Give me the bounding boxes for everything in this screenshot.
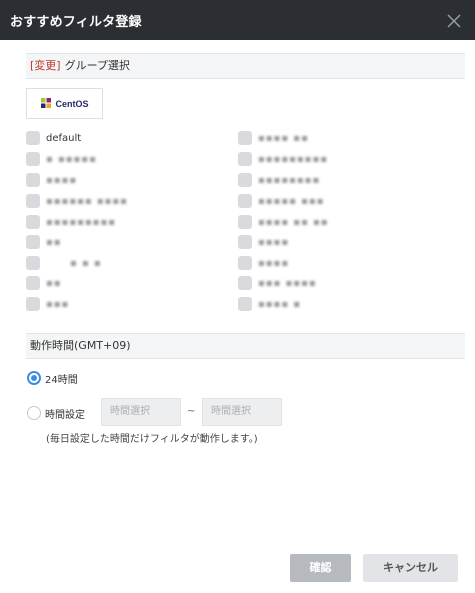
- time-section-header: 動作時間(GMT+09): [26, 333, 465, 359]
- group-label: ▪ ▪▪▪▪▪: [46, 153, 97, 165]
- radio-custom-label: 時間設定: [45, 409, 85, 421]
- group-section-title: グループ選択: [64, 59, 130, 72]
- start-time-select[interactable]: 時間選択: [101, 398, 181, 426]
- group-label: ▪▪: [46, 277, 62, 289]
- group-checkbox[interactable]: [26, 276, 40, 290]
- group-item[interactable]: ▪▪▪▪▪▪▪▪: [238, 172, 320, 188]
- group-item[interactable]: ▪▪▪▪▪ ▪▪▪: [238, 193, 324, 209]
- group-item[interactable]: ▪▪: [26, 234, 62, 250]
- group-checkbox[interactable]: [238, 173, 252, 187]
- radio-custom[interactable]: [27, 406, 41, 420]
- cancel-button[interactable]: キャンセル: [363, 554, 458, 582]
- group-label: ▪▪▪▪ ▪: [258, 298, 302, 310]
- group-label: ▪▪▪▪▪▪▪▪: [258, 174, 321, 186]
- group-checkbox[interactable]: [238, 297, 252, 311]
- end-time-select[interactable]: 時間選択: [202, 398, 282, 426]
- group-label: ▪▪▪▪: [258, 257, 290, 269]
- radio-24h-label: 24時間: [45, 374, 78, 386]
- group-item[interactable]: ▪▪: [26, 275, 62, 291]
- group-label: ▪▪: [46, 236, 62, 248]
- group-section-header: [変更] グループ選択: [26, 53, 465, 79]
- group-item[interactable]: ▪▪▪▪: [238, 255, 289, 271]
- group-item[interactable]: ▪▪▪▪▪▪ ▪▪▪▪: [26, 193, 128, 209]
- group-checkbox[interactable]: [26, 256, 40, 270]
- group-item[interactable]: ▪ ▪ ▪: [26, 255, 102, 271]
- radio-option-custom[interactable]: 時間設定: [27, 405, 85, 421]
- group-checkbox[interactable]: [26, 235, 40, 249]
- group-label: ▪▪▪▪▪▪ ▪▪▪▪: [46, 195, 128, 207]
- time-separator: ~: [187, 406, 196, 417]
- group-label: ▪▪▪: [46, 298, 70, 310]
- group-checkbox[interactable]: [238, 152, 252, 166]
- dialog-title: おすすめフィルタ登録: [10, 15, 142, 30]
- group-item[interactable]: ▪▪▪ ▪▪▪▪: [238, 275, 317, 291]
- group-checkbox[interactable]: [26, 152, 40, 166]
- group-label: ▪▪▪▪▪▪▪▪▪: [46, 216, 116, 228]
- time-section-title: 動作時間(GMT+09): [30, 339, 131, 352]
- group-label: ▪▪▪▪: [258, 236, 290, 248]
- group-item[interactable]: ▪▪▪▪ ▪: [238, 296, 301, 312]
- close-icon[interactable]: [447, 14, 461, 28]
- group-item[interactable]: ▪▪▪▪: [238, 234, 289, 250]
- group-label: ▪▪▪ ▪▪▪▪: [258, 277, 317, 289]
- centos-logo-tile[interactable]: CentOS: [26, 88, 103, 119]
- group-item[interactable]: default: [26, 130, 81, 146]
- dialog-titlebar: おすすめフィルタ登録: [0, 0, 475, 40]
- group-item[interactable]: ▪▪▪: [26, 296, 69, 312]
- group-checkbox[interactable]: [238, 194, 252, 208]
- group-item[interactable]: ▪▪▪▪ ▪▪ ▪▪: [238, 214, 329, 230]
- group-checkbox[interactable]: [238, 256, 252, 270]
- centos-logo-text: CentOS: [55, 98, 89, 109]
- group-label: ▪ ▪ ▪: [70, 257, 102, 269]
- group-checkbox[interactable]: [26, 173, 40, 187]
- group-checkbox[interactable]: [238, 276, 252, 290]
- group-checkbox[interactable]: [238, 235, 252, 249]
- group-label: ▪▪▪▪▪▪▪▪▪: [258, 153, 328, 165]
- group-checkbox[interactable]: [26, 194, 40, 208]
- group-checkbox[interactable]: [26, 297, 40, 311]
- time-note: (毎日設定した時間だけフィルタが動作します。): [46, 434, 258, 445]
- group-label: ▪▪▪▪: [46, 174, 78, 186]
- group-item[interactable]: ▪ ▪▪▪▪▪: [26, 151, 97, 167]
- group-item[interactable]: ▪▪▪▪▪▪▪▪▪: [26, 214, 116, 230]
- group-label: default: [46, 132, 82, 144]
- centos-logo-icon: [40, 94, 52, 113]
- confirm-button[interactable]: 確認: [290, 554, 351, 582]
- change-group-link[interactable]: [変更]: [30, 59, 61, 72]
- radio-option-24h[interactable]: 24時間: [27, 370, 78, 386]
- group-checkbox[interactable]: [238, 131, 252, 145]
- group-label: ▪▪▪▪▪ ▪▪▪: [258, 195, 325, 207]
- group-label: ▪▪▪▪ ▪▪ ▪▪: [258, 216, 329, 228]
- group-checkbox[interactable]: [26, 131, 40, 145]
- group-item[interactable]: ▪▪▪▪: [26, 172, 77, 188]
- group-item[interactable]: ▪▪▪▪ ▪▪: [238, 130, 309, 146]
- radio-24h[interactable]: [27, 371, 41, 385]
- group-checkbox[interactable]: [26, 215, 40, 229]
- group-item[interactable]: ▪▪▪▪▪▪▪▪▪: [238, 151, 328, 167]
- group-checkbox[interactable]: [238, 215, 252, 229]
- group-label: ▪▪▪▪ ▪▪: [258, 132, 309, 144]
